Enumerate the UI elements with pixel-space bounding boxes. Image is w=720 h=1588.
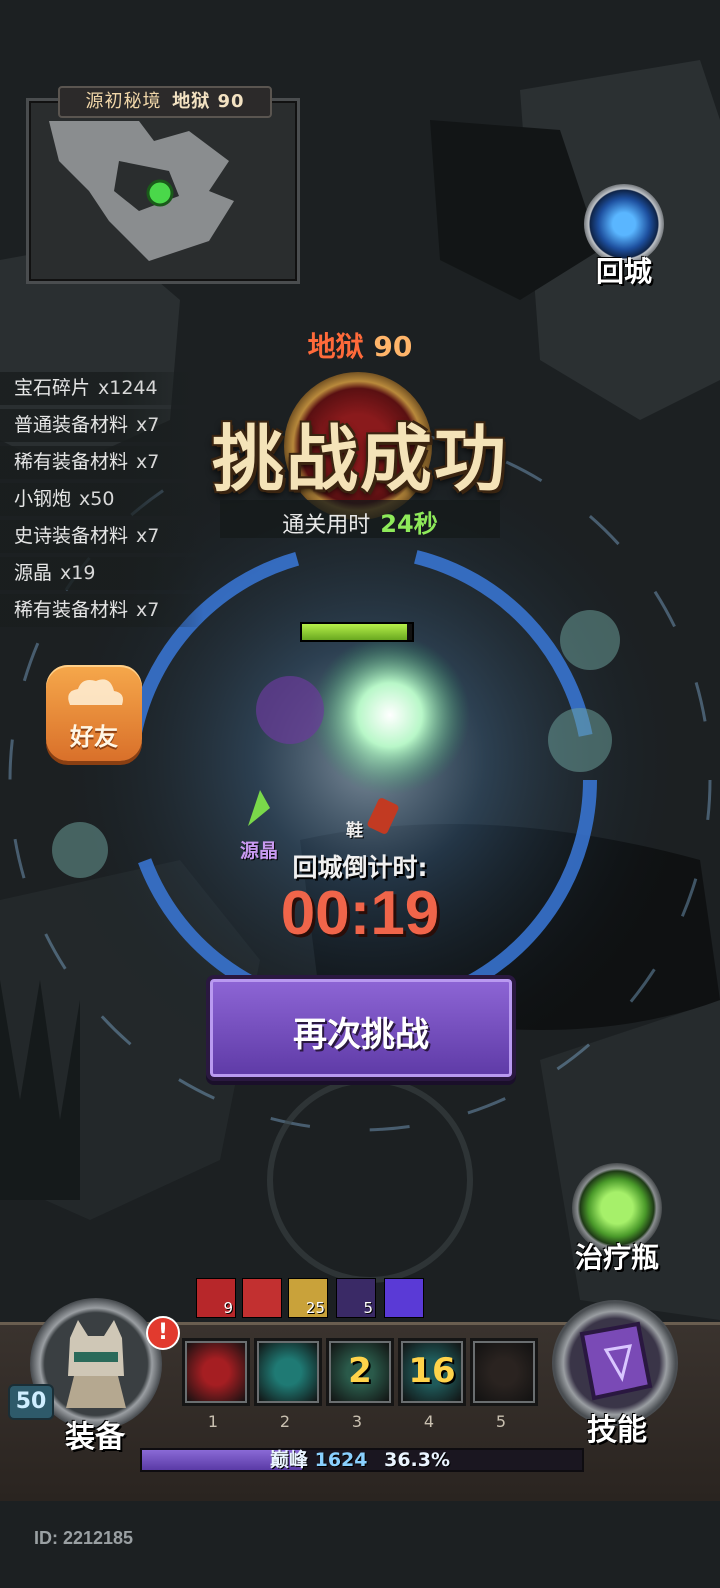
clear-time-value: 24秒 bbox=[380, 510, 438, 538]
dungeon-floor: 地狱 90 bbox=[172, 91, 245, 112]
rank-label: 巅峰 bbox=[269, 1449, 308, 1471]
loot-qty: x19 bbox=[60, 562, 96, 584]
skill-cooldown: 16 bbox=[408, 1351, 456, 1391]
loot-name: 普通装备材料 bbox=[14, 414, 129, 436]
retry-button[interactable]: 再次挑战 bbox=[206, 975, 516, 1081]
heal-potion-label[interactable]: 治疗瓶 bbox=[560, 1236, 674, 1276]
enemy-health-fill bbox=[302, 624, 407, 640]
cloud-icon bbox=[68, 679, 123, 705]
equipment-label[interactable]: 装备 bbox=[50, 1412, 140, 1456]
loot-name: 史诗装备材料 bbox=[14, 525, 129, 547]
skill-slot-3[interactable]: 2 bbox=[326, 1338, 394, 1406]
retry-button-label: 再次挑战 bbox=[293, 1015, 429, 1055]
loot-name: 宝石碎片 bbox=[14, 377, 91, 399]
list-item: 小钢炮 x50 bbox=[0, 483, 204, 516]
loot-qty: x7 bbox=[136, 599, 160, 621]
dungeon-name: 源初秘境 bbox=[85, 91, 162, 112]
buff-icon bbox=[242, 1278, 282, 1318]
drop-shoe-label[interactable]: 鞋 bbox=[346, 816, 363, 841]
minimap-terrain bbox=[49, 121, 234, 261]
buff-icon: 5 bbox=[336, 1278, 376, 1318]
enemy-health-bar bbox=[300, 622, 414, 642]
return-town-button-label[interactable]: 回城 bbox=[580, 250, 668, 290]
loot-qty: x7 bbox=[136, 451, 160, 473]
skill-slot-number: 2 bbox=[279, 1412, 291, 1431]
skill-slot-number: 5 bbox=[495, 1412, 507, 1431]
loot-qty: x1244 bbox=[98, 377, 158, 399]
skill-slot-2[interactable] bbox=[254, 1338, 322, 1406]
loot-name: 稀有装备材料 bbox=[14, 451, 129, 473]
loot-qty: x7 bbox=[136, 525, 160, 547]
stage-level: 90 bbox=[373, 330, 413, 363]
loot-name: 小钢炮 bbox=[14, 488, 72, 510]
list-item: 史诗装备材料 x7 bbox=[0, 520, 204, 553]
skill-slot-1[interactable] bbox=[182, 1338, 250, 1406]
skill-cooldown: 2 bbox=[348, 1351, 372, 1391]
player-level: 50 bbox=[8, 1384, 54, 1420]
stage-label: 地狱 90 bbox=[0, 325, 720, 365]
skill-slot-4[interactable]: 16 bbox=[398, 1338, 466, 1406]
buff-icon bbox=[384, 1278, 424, 1318]
buff-count: 9 bbox=[223, 1299, 233, 1317]
skill-slot-number: 1 bbox=[207, 1412, 219, 1431]
buff-icon: 25 bbox=[288, 1278, 328, 1318]
friend-button[interactable]: 好友 bbox=[46, 665, 142, 761]
skill-slot-5[interactable] bbox=[470, 1338, 538, 1406]
list-item: 稀有装备材料 x7 bbox=[0, 446, 204, 479]
rank-value: 1624 bbox=[314, 1449, 368, 1471]
skill-slot-number: 4 bbox=[423, 1412, 435, 1431]
list-item: 宝石碎片 x1244 bbox=[0, 372, 204, 405]
alert-badge: ! bbox=[146, 1316, 180, 1350]
buff-count: 5 bbox=[363, 1299, 373, 1317]
skills-label[interactable]: 技能 bbox=[570, 1405, 664, 1449]
experience-text: 巅峰 1624 36.3% bbox=[140, 1445, 580, 1472]
list-item: 普通装备材料 x7 bbox=[0, 409, 204, 442]
player-id: ID: 2212185 bbox=[34, 1528, 134, 1548]
list-item: 稀有装备材料 x7 bbox=[0, 594, 204, 627]
loot-qty: x7 bbox=[136, 414, 160, 436]
loot-name: 源晶 bbox=[14, 562, 53, 584]
minimap[interactable] bbox=[26, 98, 300, 284]
buff-icon: 9 bbox=[196, 1278, 236, 1318]
player-position-marker bbox=[146, 179, 174, 207]
buff-count: 25 bbox=[305, 1299, 325, 1317]
minimap-title: 源初秘境 地狱 90 bbox=[58, 86, 272, 118]
loot-qty: x50 bbox=[79, 488, 115, 510]
clear-time-label: 通关用时 bbox=[282, 513, 371, 538]
countdown-timer: 00:19 bbox=[280, 879, 440, 948]
skill-slot-number: 3 bbox=[351, 1412, 363, 1431]
loot-name: 稀有装备材料 bbox=[14, 599, 129, 621]
friend-button-label: 好友 bbox=[70, 723, 118, 751]
xp-percent: 36.3% bbox=[384, 1449, 451, 1471]
list-item: 源晶 x19 bbox=[0, 557, 204, 590]
stage-name: 地狱 bbox=[307, 330, 364, 363]
